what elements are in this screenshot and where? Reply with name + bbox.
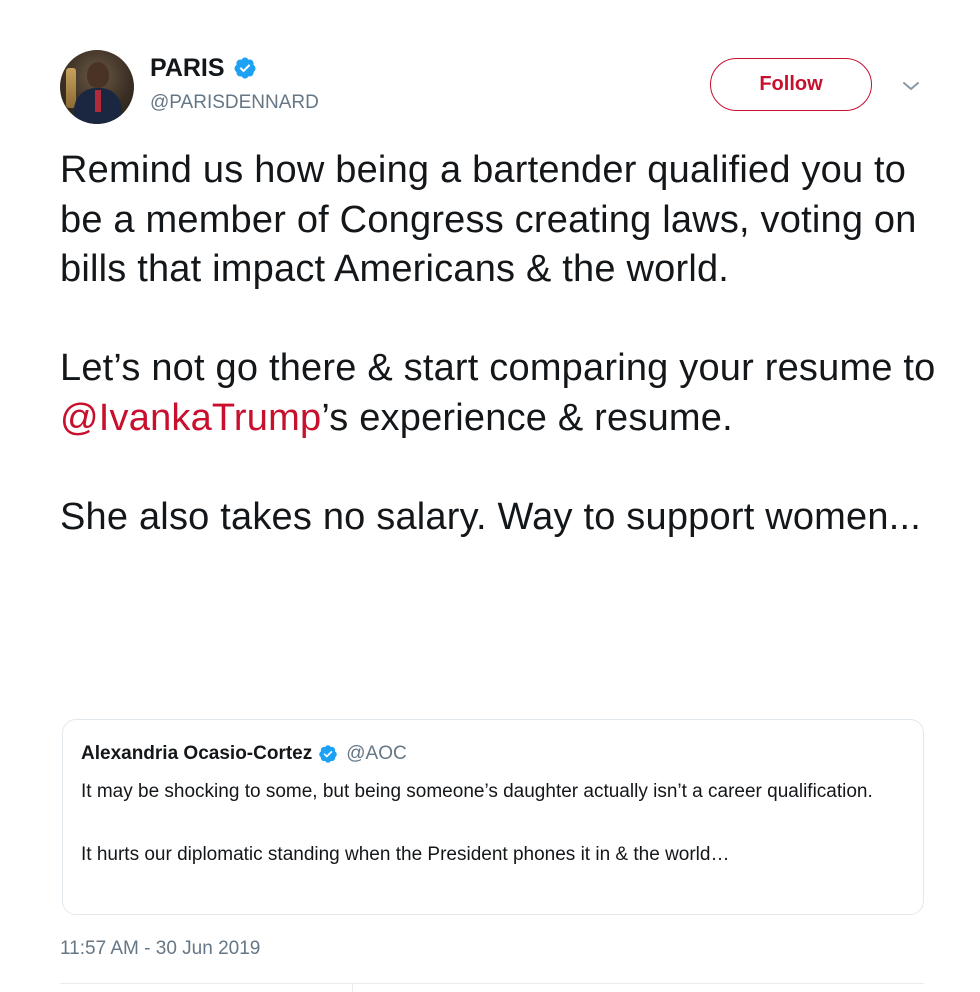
follow-button[interactable]: Follow — [710, 58, 872, 111]
tweet-paragraph-1: Remind us how being a bartender qualifie… — [60, 149, 917, 290]
tweet-paragraph-2-start: Let’s not go there & start comparing you… — [60, 347, 936, 389]
tweet-paragraph-2: Let’s not go there & start comparing you… — [60, 344, 950, 443]
quoted-author-name: Alexandria Ocasio-Cortez — [81, 743, 313, 764]
avatar-tie — [95, 90, 101, 112]
avatar-head — [87, 62, 109, 88]
author-handle[interactable]: @PARISDENNARD — [150, 92, 319, 114]
quoted-tweet-card[interactable]: Alexandria Ocasio-Cortez @AOC It may be … — [62, 719, 924, 915]
tweet-timestamp[interactable]: 11:57 AM - 30 Jun 2019 — [60, 937, 260, 961]
author-name-row[interactable]: PARIS — [150, 54, 257, 82]
verified-badge-icon — [234, 57, 256, 79]
quoted-tweet-body: It may be shocking to some, but being so… — [81, 776, 901, 870]
quoted-author-handle: @AOC — [346, 743, 407, 764]
author-avatar[interactable] — [60, 50, 134, 124]
quoted-tweet-paragraph-1: It may be shocking to some, but being so… — [81, 781, 873, 802]
author-display-name[interactable]: PARIS — [150, 54, 225, 82]
quoted-tweet-header: Alexandria Ocasio-Cortez @AOC — [81, 742, 407, 766]
tweet-text: Remind us how being a bartender qualifie… — [60, 146, 950, 542]
divider — [60, 983, 924, 984]
tweet-paragraph-2-end: ’s experience & resume. — [321, 396, 733, 439]
tweet-paragraph-3: She also takes no salary. Way to support… — [60, 495, 921, 538]
mention-link[interactable]: @IvankaTrump — [60, 397, 321, 439]
verified-badge-icon — [319, 745, 337, 763]
quoted-tweet-paragraph-2: It hurts our diplomatic standing when th… — [81, 844, 730, 865]
chevron-down-icon[interactable] — [900, 78, 922, 94]
divider-tick — [352, 983, 353, 992]
